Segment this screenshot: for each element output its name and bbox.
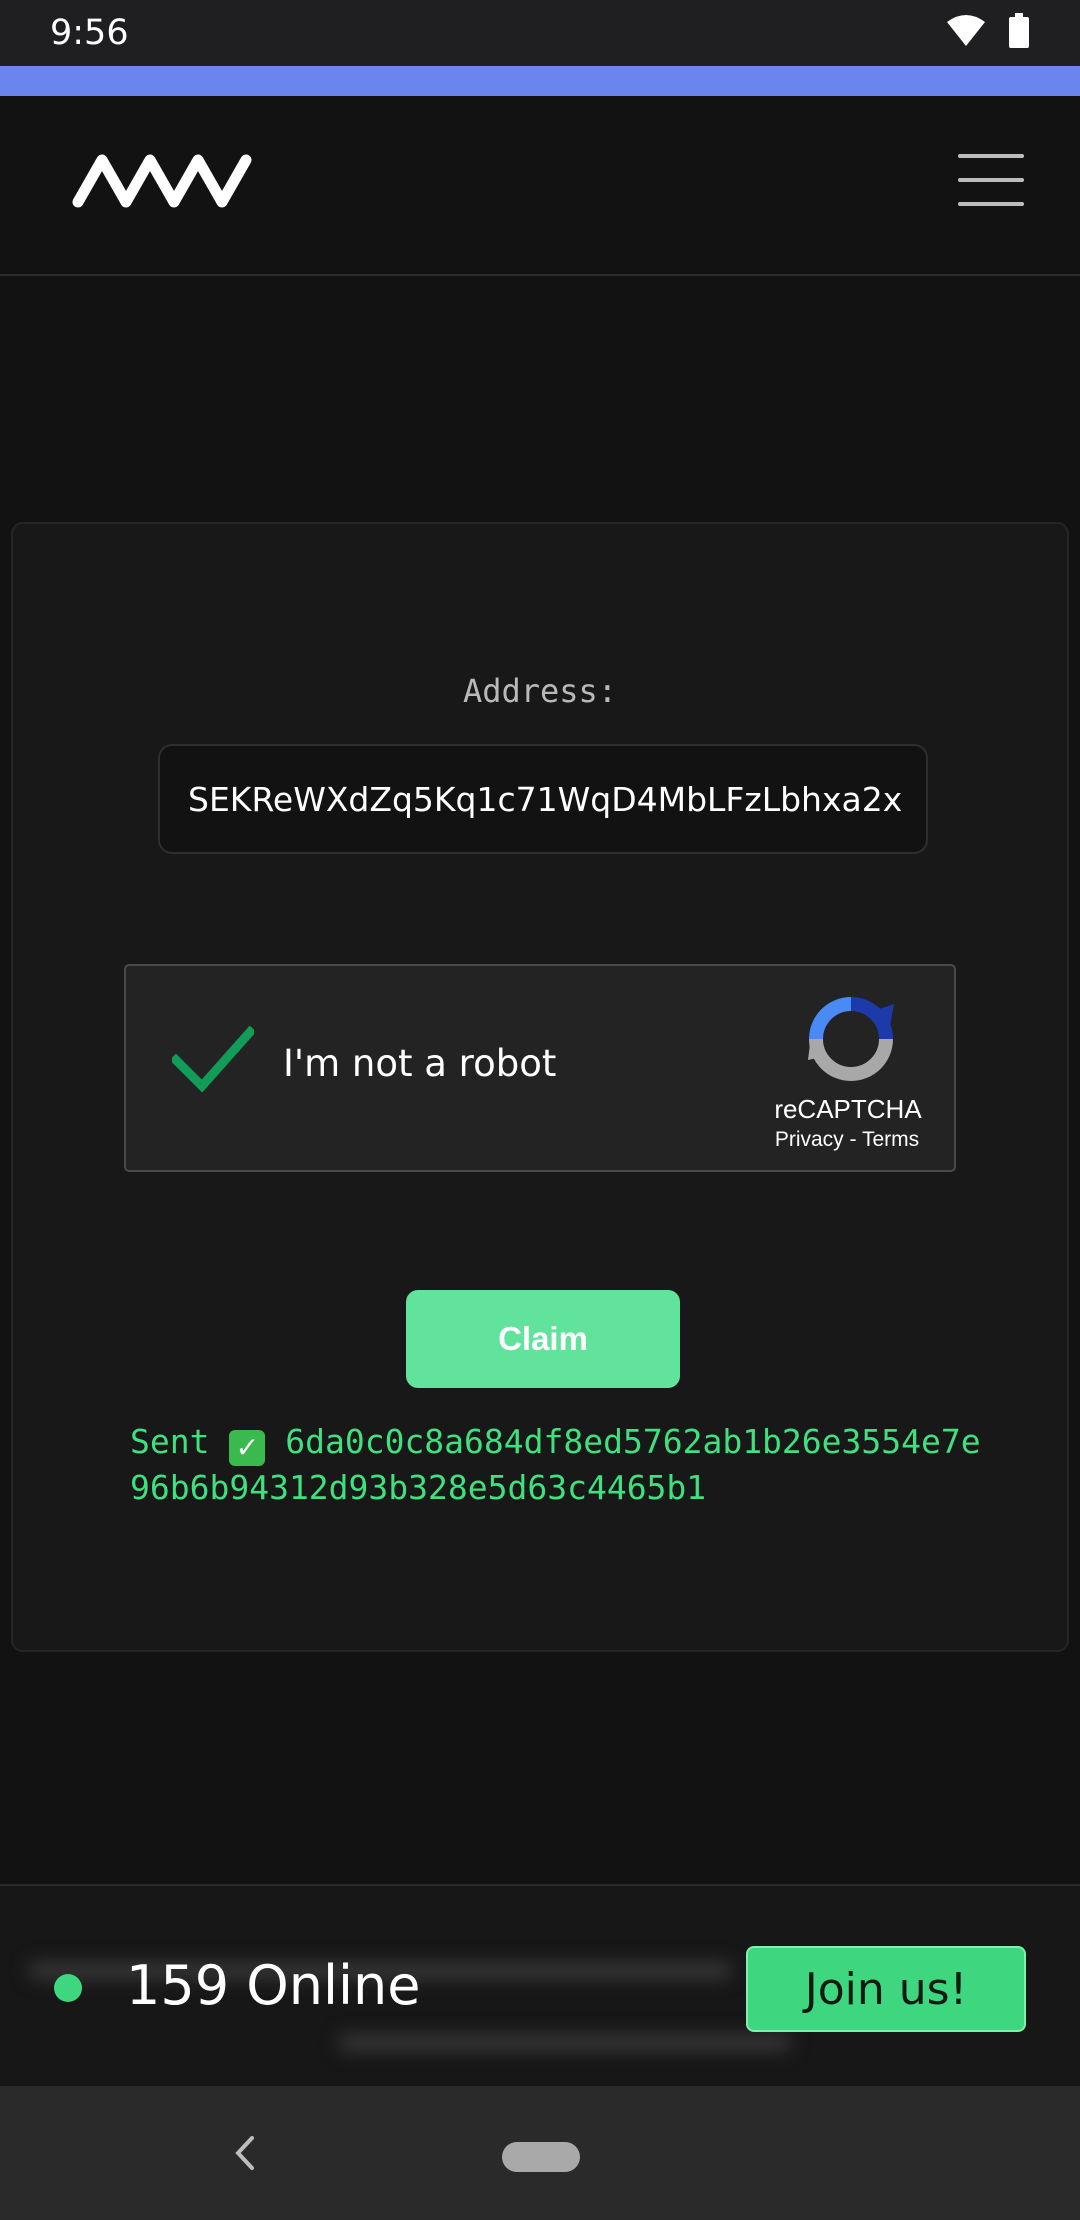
- recaptcha-logo-icon: [806, 994, 896, 1084]
- online-bar: ▬▬▬▬▬▬▬▬▬▬▬▬▬▬ ▬▬▬▬▬▬▬▬▬ 159 Online Join…: [0, 1884, 1080, 2088]
- address-label: Address:: [462, 672, 618, 710]
- wifi-icon: [946, 14, 986, 53]
- app-header: [0, 96, 1080, 276]
- check-mark-button-icon: ✓: [229, 1430, 266, 1466]
- recaptcha-checkbox[interactable]: [169, 1025, 257, 1093]
- battery-icon: [1008, 12, 1030, 54]
- online-status-icon: [54, 1974, 82, 2002]
- faucet-card: Address: I'm not a robot reCAPTCHA Priva…: [11, 522, 1069, 1652]
- recaptcha-terms-link[interactable]: Terms: [862, 1128, 919, 1151]
- check-icon: [169, 1025, 257, 1093]
- recaptcha-label: I'm not a robot: [283, 1042, 557, 1085]
- transaction-result: Sent ✓ 6da0c0c8a684df8ed5762ab1b26e3554e…: [130, 1420, 990, 1510]
- recaptcha-link-separator: -: [849, 1128, 857, 1151]
- status-time: 9:56: [50, 13, 129, 53]
- hamburger-menu-icon[interactable]: [958, 154, 1028, 206]
- join-button[interactable]: Join us!: [746, 1946, 1026, 2032]
- home-pill-icon[interactable]: [502, 2142, 580, 2172]
- back-icon[interactable]: [222, 2128, 266, 2178]
- online-count: 159 Online: [126, 1954, 421, 2017]
- recaptcha-links: Privacy - Terms: [736, 1128, 958, 1152]
- status-bar: 9:56: [0, 0, 1080, 66]
- status-icons: [946, 12, 1030, 54]
- claim-button[interactable]: Claim: [406, 1290, 680, 1388]
- recaptcha-widget: I'm not a robot reCAPTCHA Privacy - Term…: [124, 964, 956, 1172]
- recaptcha-brand: reCAPTCHA: [774, 1094, 922, 1124]
- recaptcha-privacy-link[interactable]: Privacy: [775, 1128, 844, 1151]
- address-input[interactable]: [158, 744, 928, 854]
- accent-strip: [0, 66, 1080, 96]
- brand-logo[interactable]: [72, 148, 254, 215]
- result-prefix: Sent: [130, 1422, 210, 1461]
